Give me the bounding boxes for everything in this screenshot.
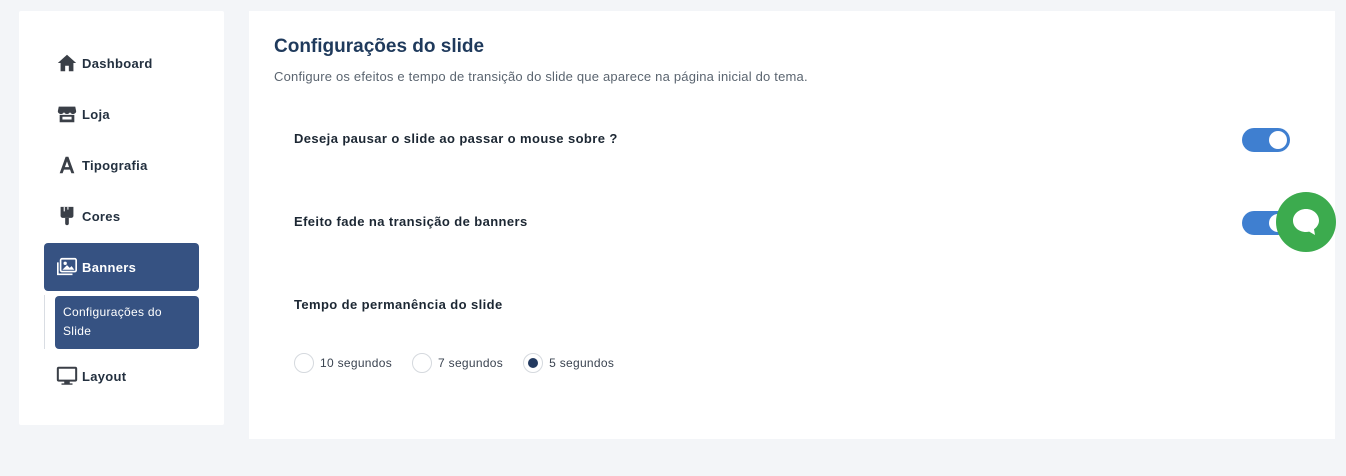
pause-on-hover-label: Deseja pausar o slide ao passar o mouse … — [294, 131, 618, 146]
radio-label: 5 segundos — [549, 356, 615, 370]
duration-label: Tempo de permanência do slide — [294, 297, 503, 312]
sidebar-item-layout[interactable]: Layout — [44, 352, 199, 400]
monitor-icon — [56, 365, 78, 387]
store-icon — [56, 103, 78, 125]
sidebar: Dashboard Loja Tipografia Cores Banners … — [19, 11, 224, 425]
chat-button[interactable] — [1276, 192, 1336, 252]
radio-circle[interactable] — [523, 353, 544, 373]
sidebar-item-label: Cores — [82, 208, 121, 224]
page-title: Configurações do slide — [274, 36, 485, 57]
sidebar-item-label: Tipografia — [82, 157, 148, 173]
pause-on-hover-toggle[interactable] — [1242, 128, 1290, 152]
slide-settings-panel: Configurações do slide Configure os efei… — [249, 11, 1335, 439]
sidebar-item-label: Banners — [82, 259, 137, 275]
radio-7-seconds[interactable]: 7 segundos — [412, 353, 503, 373]
sidebar-item-label: Dashboard — [82, 55, 153, 71]
sidebar-item-dashboard[interactable]: Dashboard — [44, 39, 199, 87]
radio-circle[interactable] — [294, 353, 314, 373]
radio-circle[interactable] — [412, 353, 433, 373]
chat-bubble-icon — [1293, 209, 1319, 235]
sidebar-item-cores[interactable]: Cores — [44, 192, 199, 240]
sidebar-item-label: Layout — [82, 368, 127, 384]
radio-label: 7 segundos — [438, 356, 504, 370]
fade-effect-label: Efeito fade na transição de banners — [294, 214, 528, 229]
duration-radio-group: 10 segundos 7 segundos 5 segundos — [294, 353, 634, 373]
sidebar-item-label: Loja — [82, 106, 110, 122]
home-icon — [56, 52, 78, 74]
sidebar-item-loja[interactable]: Loja — [44, 90, 199, 138]
radio-label: 10 segundos — [320, 356, 393, 370]
radio-5-seconds[interactable]: 5 segundos — [523, 353, 614, 373]
toggle-knob — [1269, 131, 1287, 149]
paint-brush-icon — [56, 205, 78, 227]
radio-10-seconds[interactable]: 10 segundos — [294, 353, 392, 373]
sidebar-item-tipografia[interactable]: Tipografia — [44, 141, 199, 189]
font-icon — [56, 154, 78, 176]
sidebar-item-banners[interactable]: Banners — [44, 243, 199, 291]
sidebar-subitem-slide-config[interactable]: Configurações do Slide — [55, 296, 199, 349]
submenu-divider — [44, 295, 45, 349]
images-icon — [56, 256, 78, 278]
page-subtitle: Configure os efeitos e tempo de transiçã… — [274, 69, 808, 84]
